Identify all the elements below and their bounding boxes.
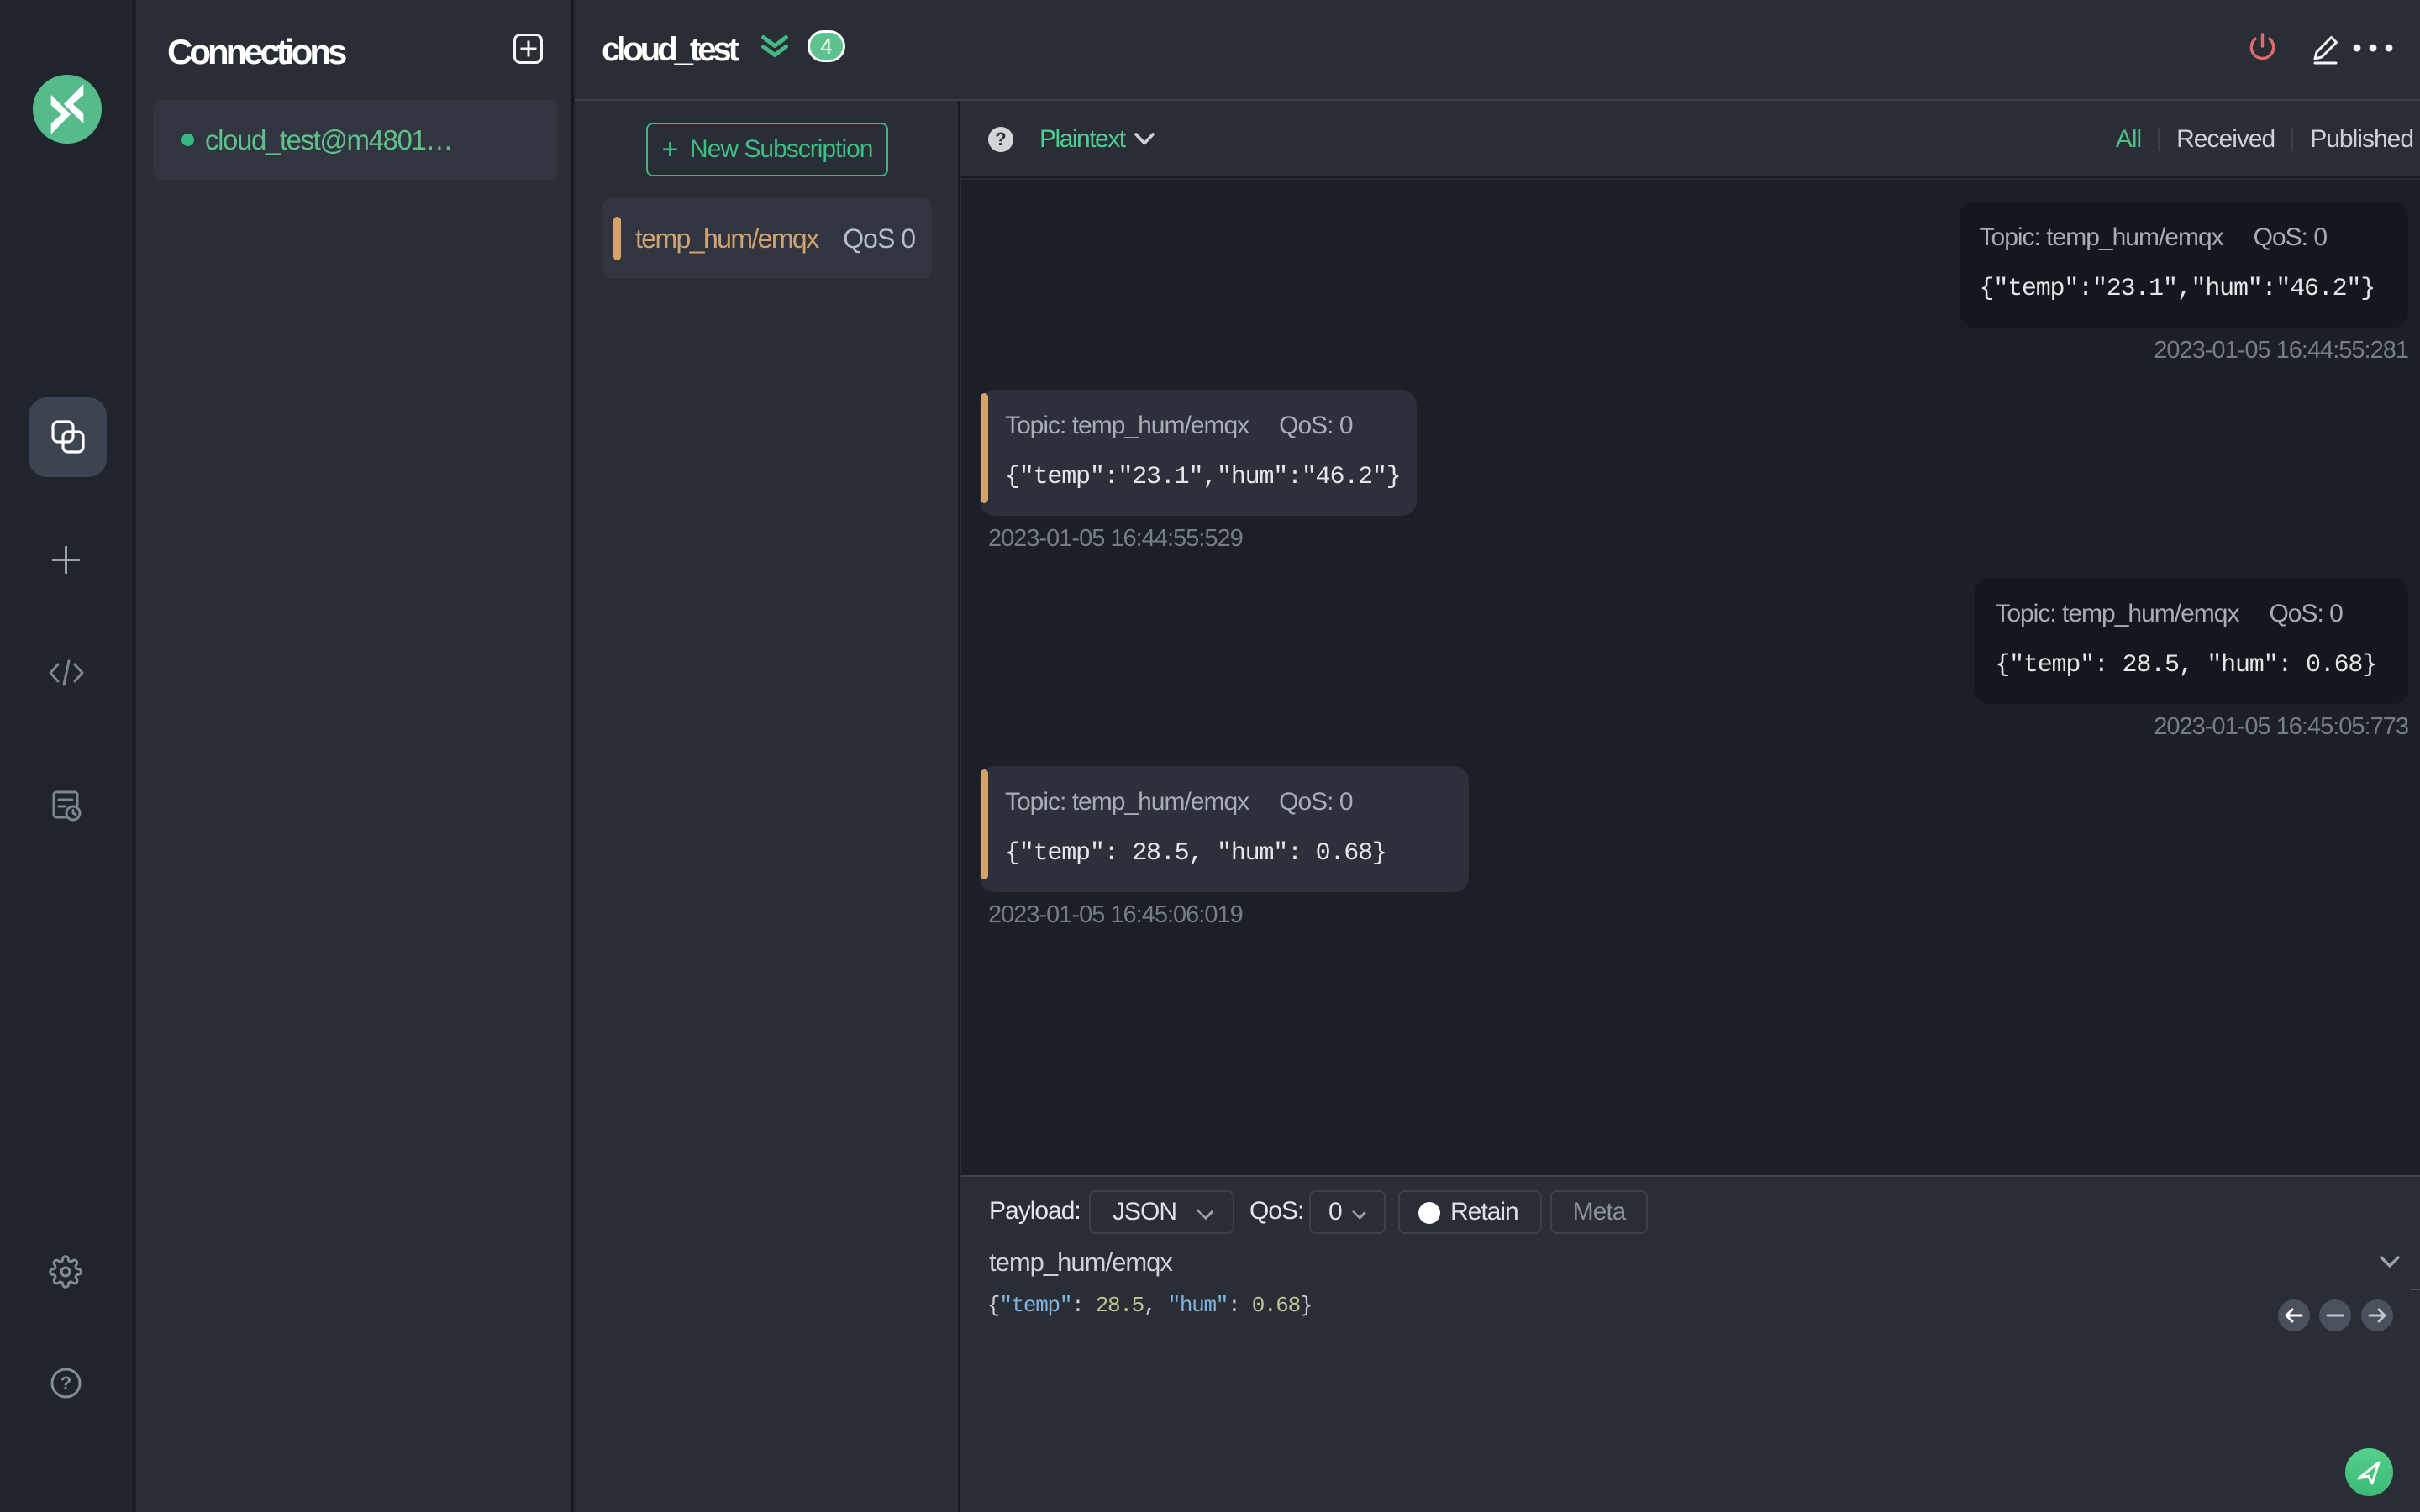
svg-text:?: ? (60, 1373, 71, 1394)
